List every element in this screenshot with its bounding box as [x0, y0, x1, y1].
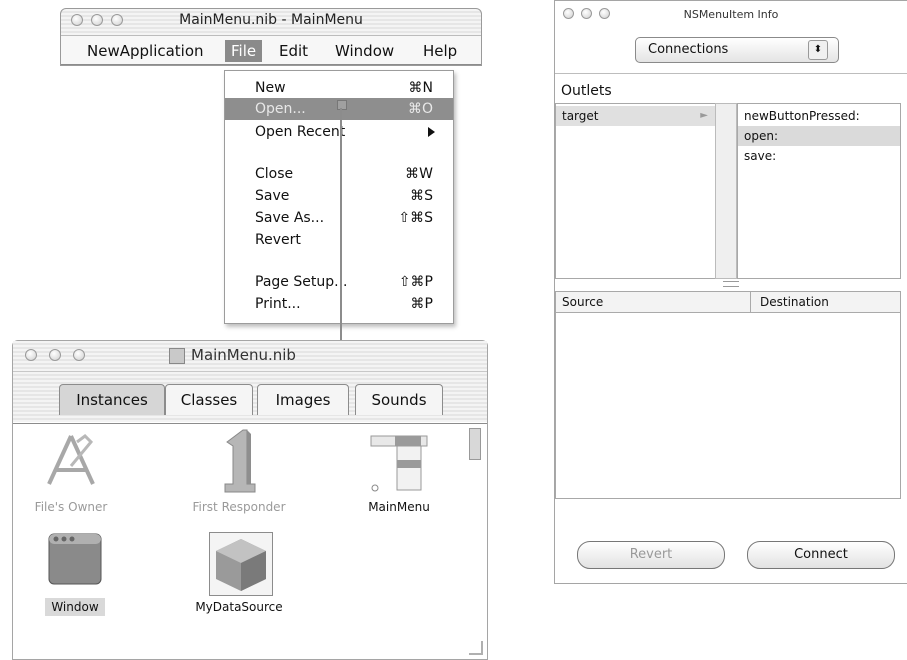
nib-window-title: MainMenu.nib	[191, 346, 296, 364]
submenu-arrow-icon	[428, 127, 435, 137]
action-row[interactable]: open:	[738, 126, 900, 146]
inspector-popup[interactable]: Connections ⬍	[635, 37, 839, 63]
separator	[555, 73, 907, 74]
menu-item-shortcut: ⌘S	[410, 188, 433, 204]
menubar-help[interactable]: Help	[417, 40, 463, 62]
table-header: Source Destination	[556, 292, 900, 313]
outlets-list[interactable]: target ►	[555, 103, 717, 279]
tab-instances[interactable]: Instances	[59, 384, 165, 415]
menu-window-titlebar: MainMenu.nib - MainMenu	[61, 9, 481, 33]
action-row[interactable]: newButtonPressed:	[738, 106, 900, 126]
menu-item-label: New	[255, 80, 286, 96]
connection-start-handle	[337, 100, 347, 110]
disclosure-arrow-icon: ►	[700, 110, 708, 121]
scrollbar[interactable]	[469, 428, 481, 460]
first-responder-icon[interactable]	[209, 428, 269, 494]
menu-item-label: Close	[255, 166, 294, 182]
action-row[interactable]: save:	[738, 146, 900, 166]
split-column	[715, 103, 737, 279]
file-owner-icon[interactable]	[41, 432, 101, 488]
menubar-file[interactable]: File	[225, 40, 263, 62]
menu-item-label: Open Recent	[255, 124, 346, 140]
menu-item-shortcut: ⌘N	[408, 80, 433, 96]
connections-table[interactable]: Source Destination	[555, 291, 901, 499]
popup-arrows-icon: ⬍	[808, 40, 828, 60]
outlet-name: target	[562, 109, 599, 123]
menu-item-shortcut: ⌘P	[410, 296, 433, 312]
menubar: NewApplication File Edit Window Help	[61, 35, 481, 65]
menu-item-close[interactable]: Close ⌘W	[225, 163, 453, 185]
column-header-destination[interactable]: Destination	[760, 295, 829, 309]
menubar-window[interactable]: Window	[329, 40, 400, 62]
menu-item-shortcut: ⌘O	[407, 101, 433, 117]
menu-item-save[interactable]: Save ⌘S	[225, 185, 453, 207]
menu-item-revert[interactable]: Revert	[225, 229, 453, 251]
instance-label-main-menu: MainMenu	[368, 500, 430, 514]
close-window-button[interactable]	[25, 349, 37, 361]
info-window-titlebar: NSMenuItem Info	[555, 1, 907, 29]
minimize-window-button[interactable]	[49, 349, 61, 361]
resize-grip[interactable]	[469, 641, 483, 655]
menu-editor-window: MainMenu.nib - MainMenu NewApplication F…	[60, 8, 482, 66]
actions-list[interactable]: newButtonPressed: open: save:	[737, 103, 901, 279]
info-window: NSMenuItem Info Connections ⬍ Outlets ta…	[554, 0, 907, 584]
menu-item-print[interactable]: Print... ⌘P	[225, 293, 453, 315]
menu-item-label: Page Setup...	[255, 274, 348, 290]
menu-item-new[interactable]: New ⌘N	[225, 77, 453, 99]
nib-tabs: Instances Classes Images Sounds	[13, 372, 487, 422]
info-window-title: NSMenuItem Info	[683, 8, 779, 21]
instance-label-window: Window	[45, 598, 105, 616]
nib-document-window: MainMenu.nib Instances Classes Images So…	[12, 340, 488, 660]
menu-item-label: Print...	[255, 296, 301, 312]
menu-item-label: Save As...	[255, 210, 325, 226]
instance-label-mydatasource: MyDataSource	[195, 600, 283, 614]
column-header-source[interactable]: Source	[562, 295, 603, 309]
menu-item-page-setup[interactable]: Page Setup... ⇧⌘P	[225, 271, 453, 293]
nib-window-titlebar: MainMenu.nib	[13, 341, 487, 372]
menu-item-save-as[interactable]: Save As... ⇧⌘S	[225, 207, 453, 229]
zoom-window-button[interactable]	[73, 349, 85, 361]
window-icon[interactable]	[47, 532, 103, 586]
nib-file-icon	[169, 348, 185, 364]
inspector-popup-value: Connections	[648, 42, 729, 57]
menu-item-shortcut: ⇧⌘S	[398, 210, 433, 226]
connect-button[interactable]: Connect	[747, 541, 895, 569]
menu-window-title: MainMenu.nib - MainMenu	[179, 12, 363, 28]
instance-label-file-owner: File's Owner	[34, 500, 108, 514]
menubar-edit[interactable]: Edit	[273, 40, 314, 62]
revert-button[interactable]: Revert	[577, 541, 725, 569]
instances-pane: File's Owner First Responder MainMenu Wi…	[13, 423, 487, 659]
column-divider	[750, 292, 751, 312]
tab-classes[interactable]: Classes	[165, 384, 253, 415]
menu-item-label: Open...	[255, 101, 306, 117]
tab-sounds[interactable]: Sounds	[355, 384, 443, 415]
outlet-row[interactable]: target ►	[556, 106, 716, 126]
instance-label-first-responder: First Responder	[192, 500, 286, 514]
menu-item-label: Save	[255, 188, 290, 204]
menu-item-shortcut: ⇧⌘P	[398, 274, 433, 290]
main-menu-icon[interactable]	[369, 432, 431, 494]
cube-icon[interactable]	[209, 532, 273, 596]
outlets-label: Outlets	[561, 83, 612, 99]
menu-item-shortcut: ⌘W	[405, 166, 433, 182]
menubar-newapplication[interactable]: NewApplication	[81, 40, 210, 62]
menu-item-open-recent[interactable]: Open Recent	[225, 121, 453, 143]
split-view-handle[interactable]	[723, 281, 739, 287]
menu-item-label: Revert	[255, 232, 301, 248]
tab-images[interactable]: Images	[257, 384, 349, 415]
